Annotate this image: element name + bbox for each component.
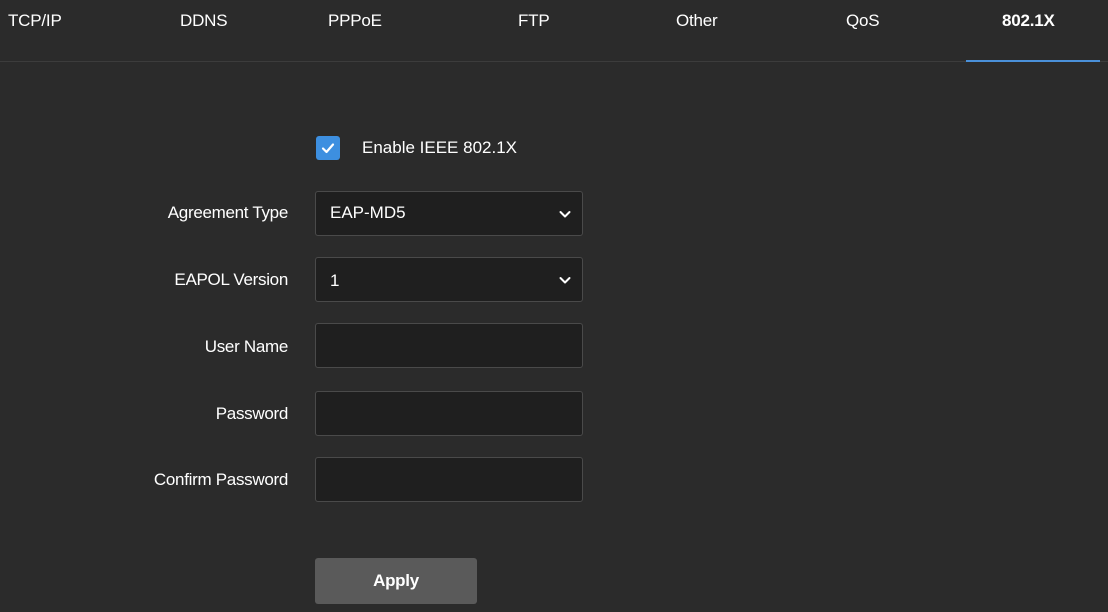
tab-802-1x[interactable]: 802.1X: [1002, 11, 1055, 31]
tab-ftp[interactable]: FTP: [518, 11, 550, 31]
agreement-type-value: EAP-MD5: [330, 203, 406, 222]
chevron-down-icon: [559, 277, 571, 284]
apply-button[interactable]: Apply: [315, 558, 477, 604]
user-name-label: User Name: [204, 337, 289, 356]
password-label: Password: [215, 404, 289, 423]
eapol-version-select[interactable]: 1: [315, 257, 583, 302]
password-input[interactable]: [315, 391, 583, 436]
active-tab-indicator: [966, 60, 1100, 62]
enable-8021x-row: Enable IEEE 802.1X: [316, 136, 517, 160]
agreement-type-label: Agreement Type: [167, 203, 289, 222]
tab-other[interactable]: Other: [676, 11, 718, 31]
tab-qos[interactable]: QoS: [846, 11, 880, 31]
eapol-version-value: 1: [330, 271, 340, 290]
tab-tcp-ip[interactable]: TCP/IP: [8, 11, 62, 31]
confirm-password-input[interactable]: [315, 457, 583, 502]
tab-bar: TCP/IP DDNS PPPoE FTP Other QoS 802.1X: [0, 0, 1108, 62]
tab-pppoe[interactable]: PPPoE: [328, 11, 382, 31]
enable-8021x-checkbox[interactable]: [316, 136, 340, 160]
check-icon: [321, 143, 335, 154]
eapol-version-label: EAPOL Version: [174, 270, 288, 289]
agreement-type-select[interactable]: EAP-MD5: [315, 191, 583, 236]
user-name-input[interactable]: [315, 323, 583, 368]
tab-ddns[interactable]: DDNS: [180, 11, 228, 31]
chevron-down-icon: [559, 211, 571, 218]
confirm-password-label: Confirm Password: [153, 470, 288, 489]
enable-8021x-label: Enable IEEE 802.1X: [362, 138, 518, 157]
